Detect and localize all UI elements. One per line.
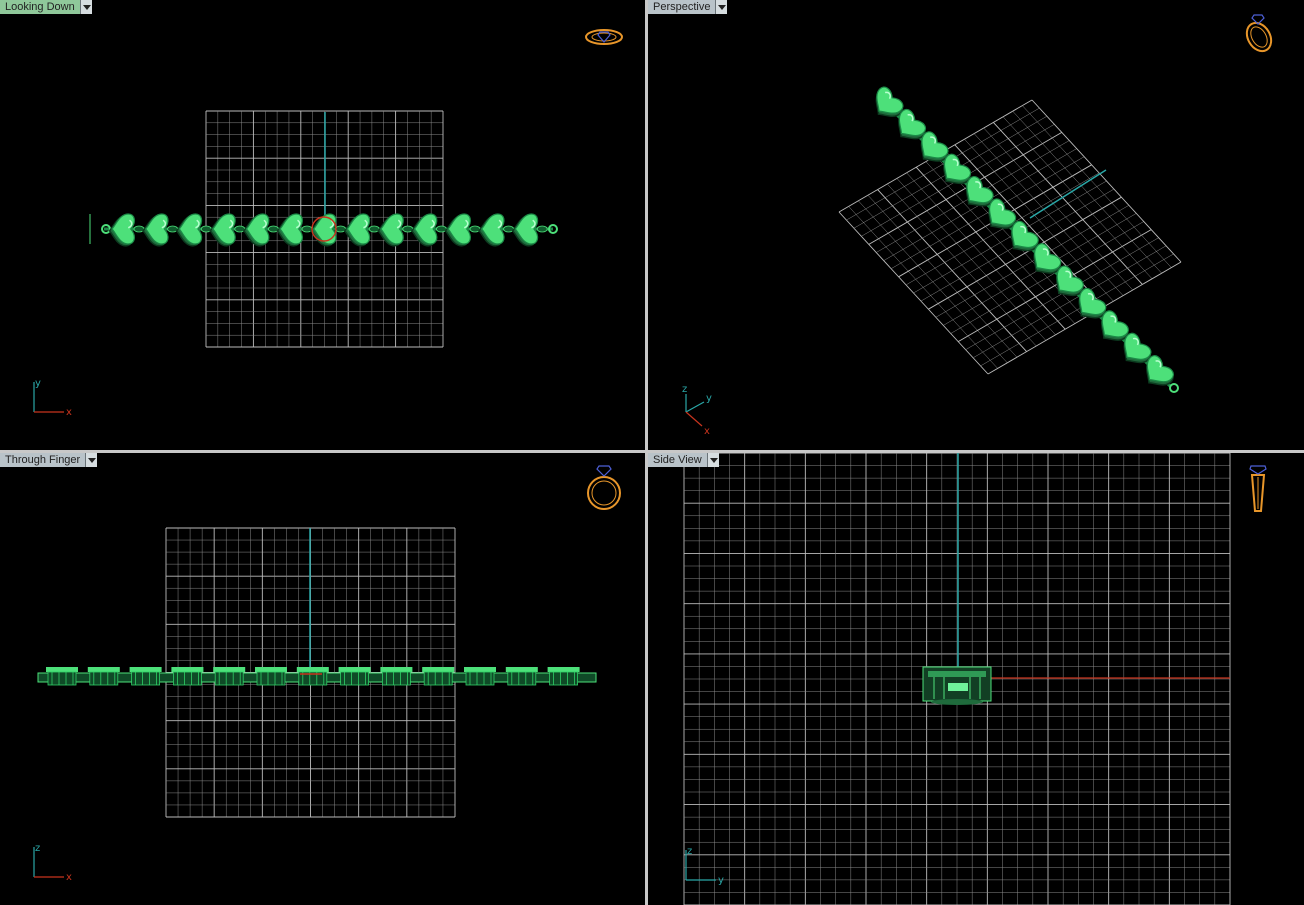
axis-label-x: x [704,426,710,437]
axis-label-y: y [706,393,712,404]
ring-side-icon[interactable] [1246,463,1270,515]
heart-link[interactable] [511,213,539,247]
bracelet-model[interactable] [101,213,558,247]
viewport-dropdown-icon[interactable] [716,0,728,14]
link-profile[interactable] [255,667,287,686]
link-profile[interactable] [505,667,538,686]
heart-link[interactable] [377,213,404,247]
heart-link[interactable] [478,213,505,247]
link-profile[interactable] [87,667,120,686]
viewport-canvas[interactable]: y x [0,0,645,450]
link-profile[interactable] [46,667,78,686]
link-profile[interactable] [213,667,246,686]
heart-link[interactable] [209,213,236,247]
axis-indicator: z y [685,846,724,886]
viewport-tab-label[interactable]: Side View [648,453,708,467]
heart-link[interactable] [175,213,203,247]
axis-indicator: y x [33,378,72,418]
link-profile[interactable] [464,667,496,686]
axis-label-y: y [35,378,41,389]
viewport-canvas[interactable]: z y [648,453,1304,905]
axis-indicator: z x [33,843,72,883]
ring-top-icon[interactable] [582,24,626,50]
axis-indicator: z y x [682,384,712,437]
clasp-ring[interactable] [1169,383,1179,393]
viewport-tab-side-view[interactable]: Side View [648,453,719,467]
viewport-tab-looking-down[interactable]: Looking Down [0,0,92,14]
link-profile[interactable] [380,667,413,686]
viewport-dropdown-icon[interactable] [86,453,98,467]
bracelet-model[interactable] [37,667,597,686]
heart-link[interactable] [410,213,438,247]
heart-link[interactable] [242,213,270,247]
viewport-looking-down[interactable]: Looking Down y x [0,0,645,450]
viewport-tab-label[interactable]: Through Finger [0,453,87,467]
viewport-through-finger[interactable]: Through Finger z x [0,453,645,905]
viewport-dropdown-icon[interactable] [707,453,719,467]
viewport-canvas[interactable]: z y x [648,0,1304,450]
viewport-tab-through-finger[interactable]: Through Finger [0,453,98,467]
heart-link[interactable] [444,213,471,247]
axis-label-y: y [718,875,724,886]
viewport-canvas[interactable]: z x [0,453,645,905]
link-profile[interactable] [547,667,580,686]
viewport-side-view[interactable]: Side View z y [648,453,1304,905]
link-profile[interactable] [296,667,329,686]
axis-label-x: x [66,872,72,883]
viewport-tab-label[interactable]: Perspective [648,0,717,14]
connector-link [536,225,548,233]
link-profile[interactable] [422,667,455,686]
link-profile[interactable] [338,667,371,686]
axis-label-z: z [687,846,692,857]
ring-front-icon[interactable] [584,463,624,513]
axis-label-z: z [35,843,40,854]
viewport-perspective[interactable]: Perspective z y x [648,0,1304,450]
viewport-tab-perspective[interactable]: Perspective [648,0,728,14]
heart-link[interactable] [276,213,303,247]
heart-link[interactable] [108,213,135,247]
viewport-tab-label[interactable]: Looking Down [0,0,81,14]
viewport-dropdown-icon[interactable] [80,0,92,14]
bracelet-model[interactable] [922,666,992,705]
link-profile[interactable] [171,667,204,686]
axis-label-z: z [682,384,687,395]
ring-perspective-icon[interactable] [1242,10,1278,56]
construction-grid [838,99,1182,375]
axis-label-x: x [66,407,72,418]
heart-link[interactable] [142,213,169,247]
link-profile[interactable] [129,667,162,686]
